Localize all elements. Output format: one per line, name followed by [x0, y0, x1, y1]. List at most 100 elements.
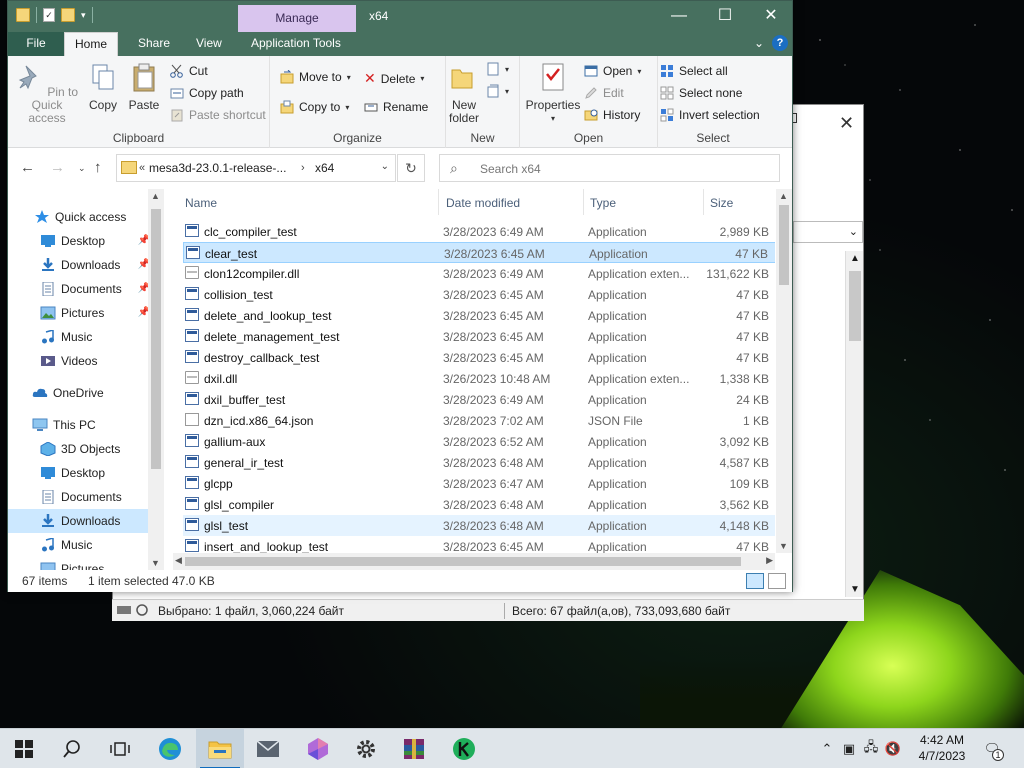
scroll-right-icon[interactable]: ▶ — [766, 555, 773, 566]
chevron-down-icon[interactable]: ⌄ — [381, 161, 389, 172]
tab-application-tools[interactable]: Application Tools — [241, 32, 351, 56]
overflow-breadcrumb[interactable]: « — [139, 162, 145, 174]
expand-ribbon-icon[interactable]: ⌄ — [754, 36, 764, 50]
notification-icon[interactable]: 🗨 1 — [980, 741, 1004, 761]
table-row[interactable]: dxil_buffer_test 3/28/2023 6:49 AM Applica… — [183, 389, 775, 410]
table-row[interactable]: clear_test 3/28/2023 6:45 AM Application 47… — [183, 242, 775, 263]
bg-close-icon[interactable]: ✕ — [839, 113, 854, 134]
paste-button[interactable]: Paste — [126, 62, 162, 112]
file-list[interactable]: Name ⌃ Date modified Type Size clc_compi… — [173, 189, 775, 570]
nav-onedrive[interactable]: OneDrive — [8, 381, 154, 405]
history-button[interactable]: History — [584, 108, 640, 122]
nav-pc-downloads[interactable]: Downloads — [8, 509, 154, 533]
scroll-up-icon[interactable]: ▲ — [779, 191, 788, 201]
nav-pictures[interactable]: Pictures 📌 — [8, 301, 154, 325]
table-row[interactable]: delete_management_test 3/28/2023 6:45 AM A… — [183, 326, 775, 347]
minimize-icon[interactable]: — — [656, 1, 702, 32]
select-none-button[interactable]: Select none — [660, 86, 742, 100]
column-name[interactable]: Name — [185, 196, 217, 210]
settings-icon[interactable] — [342, 729, 390, 768]
title-bar[interactable]: ✓ ▾ Manage x64 — ☐ ✕ — [8, 1, 792, 32]
help-icon[interactable]: ? — [772, 35, 788, 51]
rename-button[interactable]: Rename — [364, 100, 428, 114]
forward-arrow-icon[interactable]: → — [50, 159, 65, 176]
table-row[interactable]: glsl_test 3/28/2023 6:48 AM Application 4,1… — [183, 515, 775, 536]
scroll-up-icon[interactable]: ▲ — [850, 253, 860, 264]
breadcrumb-parent[interactable]: mesa3d-23.0.1-release-... — [149, 161, 286, 175]
nav-music[interactable]: Music — [8, 325, 154, 349]
recent-locations-icon[interactable]: ⌄ — [78, 163, 86, 174]
explorer-window[interactable]: ✓ ▾ Manage x64 — ☐ ✕ File Home Share Vie… — [7, 0, 793, 592]
table-row[interactable]: glcpp 3/28/2023 6:47 AM Application 109 KB — [183, 473, 775, 494]
details-view-icon[interactable] — [746, 573, 764, 589]
scroll-down-icon[interactable]: ▼ — [850, 584, 860, 595]
scroll-down-icon[interactable]: ▼ — [151, 558, 160, 568]
nav-quick-access[interactable]: Quick access — [8, 205, 154, 229]
scroll-down-icon[interactable]: ▼ — [779, 541, 788, 551]
column-separator[interactable] — [583, 189, 584, 215]
edge-icon[interactable] — [146, 729, 194, 768]
pin-to-quick-access-button[interactable]: Pin to Quick access — [14, 62, 80, 125]
nav-scroll-thumb[interactable] — [151, 209, 161, 469]
back-arrow-icon[interactable]: ← — [20, 159, 35, 176]
app-icon[interactable] — [294, 729, 342, 768]
table-row[interactable]: delete_and_lookup_test 3/28/2023 6:45 AM A… — [183, 305, 775, 326]
tab-home[interactable]: Home — [64, 32, 119, 56]
navigation-pane[interactable]: Quick access Desktop 📌 Downloads 📌 Docum… — [8, 189, 165, 570]
winrar-icon[interactable] — [390, 729, 438, 768]
address-bar[interactable]: « mesa3d-23.0.1-release-... › x64 ⌄ — [116, 154, 396, 182]
volume-muted-icon[interactable]: 🔇 — [882, 741, 904, 757]
move-to-button[interactable]: Move to ▾ — [280, 70, 351, 84]
nav-3d-objects[interactable]: 3D Objects — [8, 437, 154, 461]
tab-share[interactable]: Share — [128, 32, 180, 56]
nav-pc-desktop[interactable]: Desktop — [8, 461, 154, 485]
meet-now-icon[interactable]: ▣ — [838, 741, 860, 757]
copy-to-button[interactable]: Copy to ▾ — [280, 100, 349, 114]
properties-qat-icon[interactable]: ✓ — [43, 8, 55, 22]
search-box[interactable]: ⌕ Search x64 — [439, 154, 780, 182]
nav-pc-documents[interactable]: Documents — [8, 485, 154, 509]
kaspersky-icon[interactable] — [440, 729, 488, 768]
task-view-icon[interactable] — [96, 729, 144, 768]
column-date-modified[interactable]: Date modified — [446, 196, 520, 210]
select-all-button[interactable]: Select all — [660, 64, 728, 78]
mail-icon[interactable] — [244, 729, 292, 768]
tab-file[interactable]: File — [8, 32, 64, 56]
paste-shortcut-button[interactable]: Paste shortcut — [170, 108, 266, 122]
table-row[interactable]: clon12compiler.dll 3/28/2023 6:49 AM Appli… — [183, 263, 775, 284]
horizontal-scroll-thumb[interactable] — [185, 557, 741, 566]
table-row[interactable]: destroy_callback_test 3/28/2023 6:45 AM Ap… — [183, 347, 775, 368]
open-button[interactable]: Open ▾ — [584, 64, 641, 78]
column-type[interactable]: Type — [590, 196, 616, 210]
scroll-left-icon[interactable]: ◀ — [175, 555, 182, 566]
table-row[interactable]: dxil.dll 3/26/2023 10:48 AM Application ex… — [183, 368, 775, 389]
bg-dropdown[interactable]: ⌄ — [793, 221, 863, 243]
table-row[interactable]: glsl_compiler 3/28/2023 6:48 AM Applicatio… — [183, 494, 775, 515]
show-hidden-icons-icon[interactable]: ⌃ — [816, 741, 838, 757]
column-separator[interactable] — [438, 189, 439, 215]
manage-contextual-tab[interactable]: Manage — [238, 5, 356, 32]
horizontal-scrollbar[interactable]: ◀ ▶ — [173, 553, 775, 570]
bg-scrollbar[interactable]: ▲ ▼ — [845, 251, 863, 597]
file-list-scrollbar[interactable]: ▲ ▼ — [776, 189, 792, 553]
notifications[interactable]: 🗨 1 — [980, 729, 1004, 768]
scroll-up-icon[interactable]: ▲ — [151, 191, 160, 201]
network-icon[interactable]: 🖧 — [860, 738, 882, 760]
search-icon[interactable] — [48, 729, 96, 768]
large-icons-view-icon[interactable] — [768, 573, 786, 589]
nav-scrollbar[interactable]: ▲ ▼ — [148, 189, 164, 570]
start-icon[interactable] — [0, 729, 48, 768]
refresh-icon[interactable]: ↻ — [397, 154, 425, 182]
column-separator[interactable] — [703, 189, 704, 215]
new-folder-qat-icon[interactable] — [61, 8, 75, 22]
copy-button[interactable]: Copy — [84, 62, 122, 112]
easy-access-button[interactable]: ▾ — [486, 84, 509, 98]
close-icon[interactable]: ✕ — [748, 1, 794, 32]
bg-scroll-thumb[interactable] — [849, 271, 861, 341]
breadcrumb-current[interactable]: x64 — [315, 161, 334, 175]
table-row[interactable]: collision_test 3/28/2023 6:45 AM Applicati… — [183, 284, 775, 305]
tab-view[interactable]: View — [186, 32, 232, 56]
nav-pc-pictures[interactable]: Pictures — [8, 557, 154, 570]
cut-button[interactable]: Cut — [170, 64, 208, 78]
table-row[interactable]: clc_compiler_test 3/28/2023 6:49 AM Applic… — [183, 221, 775, 242]
